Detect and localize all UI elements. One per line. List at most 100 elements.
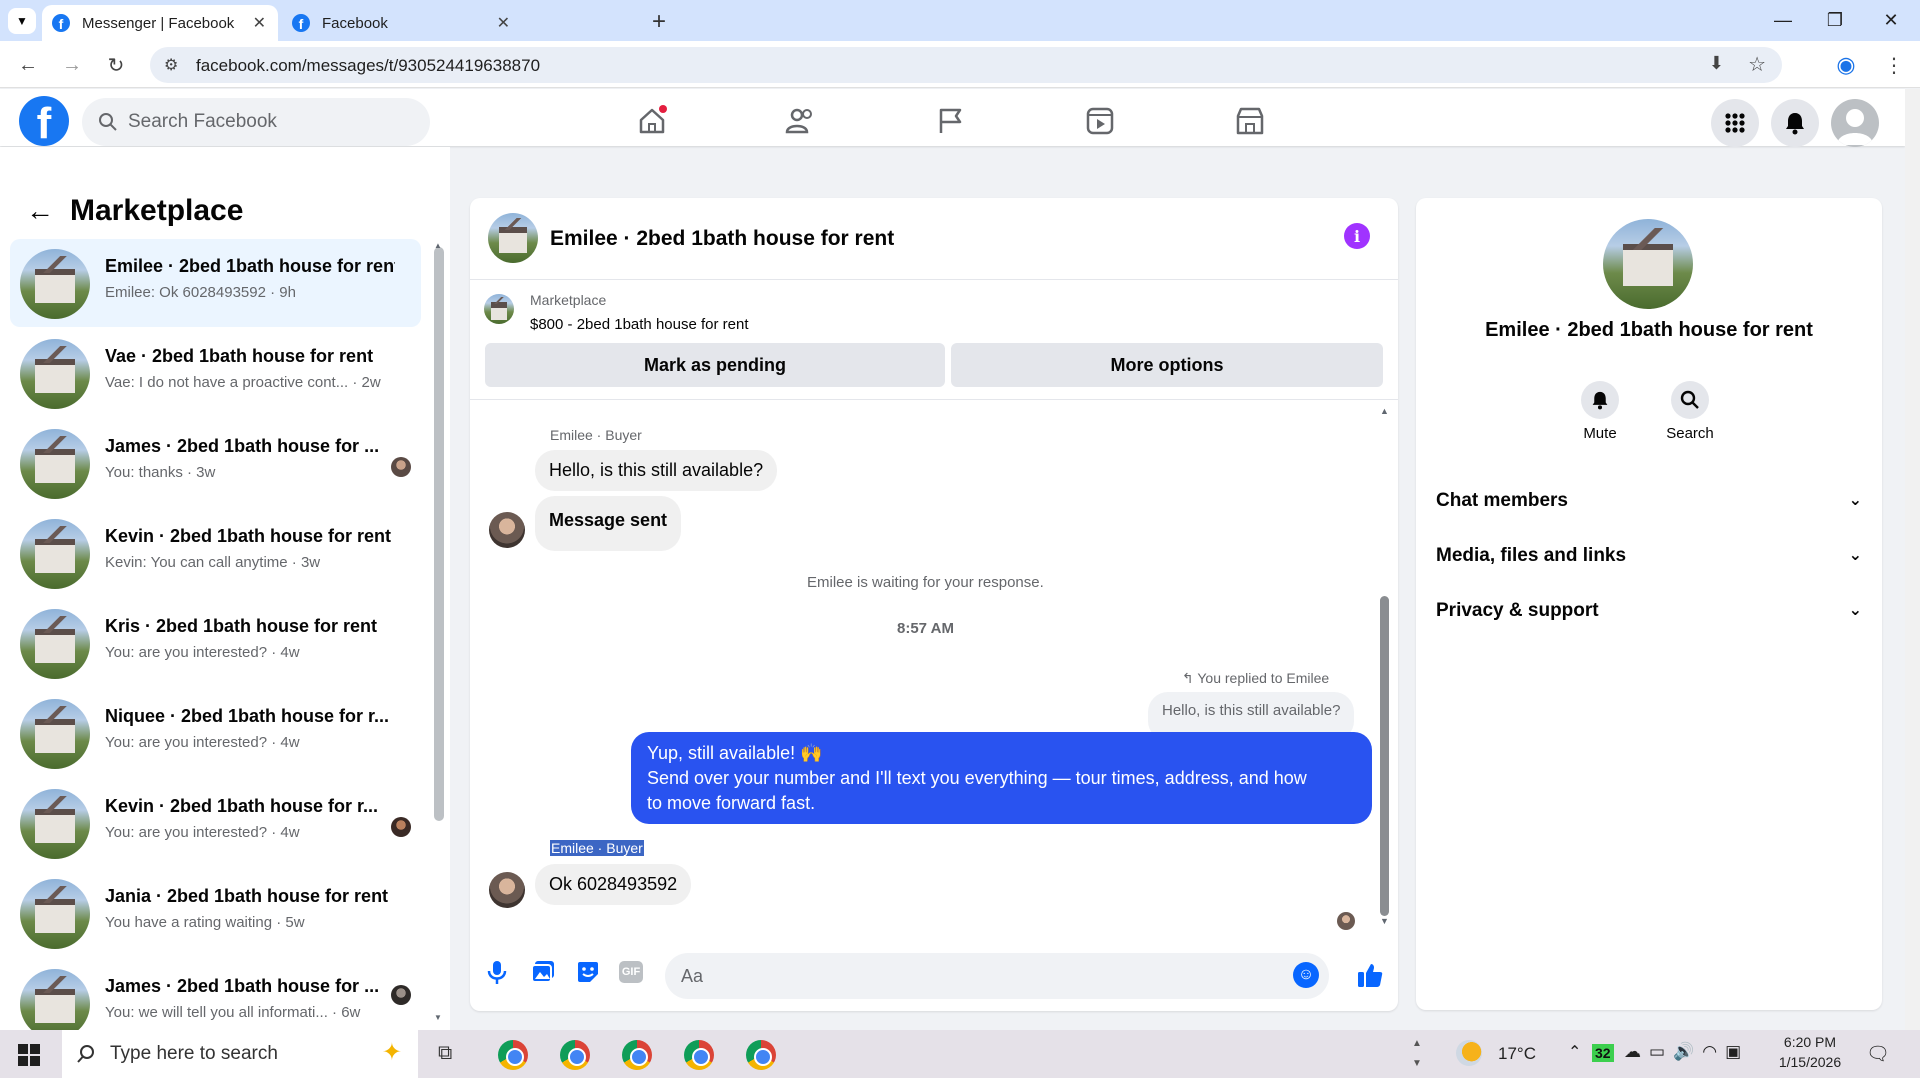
start-button[interactable] [18, 1044, 40, 1071]
conversation-preview: You have a rating waiting · 5w [105, 914, 305, 931]
bookmark-star-icon[interactable]: ☆ [1748, 52, 1766, 77]
conversation-item[interactable]: Niquee · 2bed 1bath house for r... You: … [10, 689, 421, 777]
search-facebook-input[interactable]: Search Facebook [82, 98, 430, 146]
avatar-icon [1837, 109, 1873, 145]
home-nav-icon[interactable] [632, 101, 672, 141]
scroll-up-icon[interactable]: ▲ [1380, 406, 1389, 416]
tab-facebook[interactable]: f Facebook ✕ [282, 5, 522, 41]
chrome-taskbar-icon[interactable] [622, 1040, 652, 1070]
url-field[interactable]: ⚙ facebook.com/messages/t/93052441963887… [150, 47, 1782, 83]
message-composer: GIF Aa ☺ [470, 943, 1398, 1011]
emoji-icon[interactable]: ☺ [1293, 962, 1319, 988]
conversation-item[interactable]: Kevin · 2bed 1bath house for rent Kevin:… [10, 509, 421, 597]
chrome-taskbar-icon[interactable] [560, 1040, 590, 1070]
privacy-support-section[interactable]: Privacy & support ⌄ [1436, 600, 1862, 622]
chrome-taskbar-icon[interactable] [746, 1040, 776, 1070]
task-view-icon[interactable]: ⧉ [438, 1042, 452, 1065]
gif-icon[interactable]: GIF [619, 961, 643, 983]
tray-icons[interactable]: ☁▭🔊◠▣ [1624, 1042, 1749, 1062]
search-conversation-button[interactable]: Search [1660, 381, 1720, 442]
tray-badge[interactable]: 32 [1592, 1044, 1614, 1062]
microphone-icon[interactable] [486, 959, 508, 990]
photo-icon[interactable] [530, 959, 556, 990]
menu-grid-button[interactable] [1711, 99, 1759, 147]
restore-button[interactable]: ❐ [1806, 0, 1864, 41]
scroll-down-icon[interactable]: ▼ [434, 1013, 442, 1022]
new-tab-button[interactable]: + [652, 8, 666, 36]
notifications-button[interactable] [1771, 99, 1819, 147]
close-window-button[interactable]: ✕ [1862, 0, 1920, 41]
scroll-down-icon[interactable]: ▼ [1380, 916, 1389, 926]
conversation-item[interactable]: James · 2bed 1bath house for ... You: th… [10, 419, 421, 507]
chat-scrollbar[interactable] [1380, 596, 1389, 916]
sticker-icon[interactable] [575, 959, 601, 990]
chrome-taskbar-icon[interactable] [684, 1040, 714, 1070]
scroll-up-icon[interactable]: ▲ [434, 241, 442, 250]
thumbs-up-icon[interactable] [1356, 961, 1384, 994]
conversation-item[interactable]: Kris · 2bed 1bath house for rent You: ar… [10, 599, 421, 687]
read-receipt-avatar [1337, 912, 1355, 930]
site-info-icon[interactable]: ⚙ [164, 55, 178, 75]
listing-thumbnail [20, 429, 90, 499]
profile-icon[interactable]: ◉ [1830, 49, 1862, 81]
incoming-message[interactable]: Message sent [535, 496, 682, 551]
friends-nav-icon[interactable] [780, 101, 820, 141]
conversation-name: Jania · 2bed 1bath house for rent [105, 886, 389, 906]
listing-thumbnail [20, 879, 90, 949]
page-scrollbar[interactable] [1905, 89, 1920, 1030]
tab-messenger[interactable]: f Messenger | Facebook ✕ [42, 5, 278, 41]
mute-label: Mute [1583, 425, 1617, 442]
more-options-button[interactable]: More options [951, 343, 1383, 387]
tray-chevron-up-icon[interactable]: ⌃ [1568, 1042, 1581, 1062]
back-button[interactable]: ← [12, 49, 44, 81]
mute-button[interactable]: Mute [1570, 381, 1630, 442]
tab-search-dropdown[interactable]: ▼ [8, 8, 36, 34]
chevron-down-icon: ⌄ [1848, 492, 1862, 509]
account-avatar-button[interactable] [1831, 99, 1879, 147]
details-avatar[interactable] [1603, 219, 1693, 309]
video-nav-icon[interactable] [1080, 101, 1120, 141]
notification-center-icon[interactable]: 🗨 [1866, 1042, 1890, 1066]
chat-members-section[interactable]: Chat members ⌄ [1436, 490, 1862, 512]
conversation-item[interactable]: Kevin · 2bed 1bath house for r... You: a… [10, 779, 421, 867]
taskbar-search-box[interactable]: Type here to search ✦ [62, 1030, 418, 1078]
search-label: Search [1666, 425, 1714, 442]
back-arrow-icon[interactable]: ← [26, 195, 54, 227]
browser-menu-icon[interactable]: ⋮ [1878, 49, 1910, 81]
taskbar-scroll-arrows[interactable]: ▲ ▼ [1412, 1034, 1422, 1074]
listing-thumbnail [20, 249, 90, 319]
temperature[interactable]: 17°C [1498, 1044, 1536, 1064]
clock-time[interactable]: 6:20 PM [1780, 1034, 1840, 1050]
chat-avatar[interactable] [488, 213, 538, 263]
conversation-preview: You: are you interested? · 4w [105, 824, 300, 841]
mark-as-pending-button[interactable]: Mark as pending [485, 343, 945, 387]
forward-button[interactable]: → [56, 49, 88, 81]
install-app-icon[interactable]: ⬇ [1709, 53, 1724, 74]
clock-date[interactable]: 1/15/2026 [1774, 1054, 1846, 1070]
listing-thumbnail [20, 339, 90, 409]
conversation-item[interactable]: Jania · 2bed 1bath house for rent You ha… [10, 869, 421, 957]
facebook-logo[interactable]: f [19, 96, 69, 146]
reload-button[interactable]: ↻ [100, 49, 132, 81]
conversation-item[interactable]: James · 2bed 1bath house for ... You: we… [10, 959, 421, 1030]
close-tab-icon[interactable]: ✕ [253, 13, 266, 33]
conversation-item[interactable]: Vae · 2bed 1bath house for rent Vae: I d… [10, 329, 421, 417]
pages-flag-nav-icon[interactable] [930, 101, 970, 141]
conversation-name: Kevin · 2bed 1bath house for rent [105, 526, 392, 546]
close-tab-icon[interactable]: ✕ [497, 13, 510, 33]
message-input[interactable]: Aa ☺ [665, 953, 1329, 999]
conversation-list-scrollbar[interactable] [434, 247, 444, 821]
bell-icon [1786, 113, 1804, 135]
chat-title[interactable]: Emilee · 2bed 1bath house for rent [550, 227, 894, 251]
outgoing-message[interactable]: Yup, still available! 🙌 Send over your n… [631, 732, 1372, 824]
minimize-button[interactable]: — [1754, 0, 1812, 41]
incoming-message[interactable]: Ok 6028493592 [535, 864, 692, 905]
incoming-message[interactable]: Hello, is this still available? [535, 450, 778, 491]
info-icon[interactable]: i [1344, 223, 1370, 249]
conversation-item[interactable]: Emilee · 2bed 1bath house for rent Emile… [10, 239, 421, 327]
bell-icon [1581, 381, 1619, 419]
marketplace-nav-icon[interactable] [1230, 101, 1270, 141]
media-files-section[interactable]: Media, files and links ⌄ [1436, 545, 1862, 567]
chrome-taskbar-icon[interactable] [498, 1040, 528, 1070]
weather-icon[interactable] [1456, 1040, 1482, 1066]
